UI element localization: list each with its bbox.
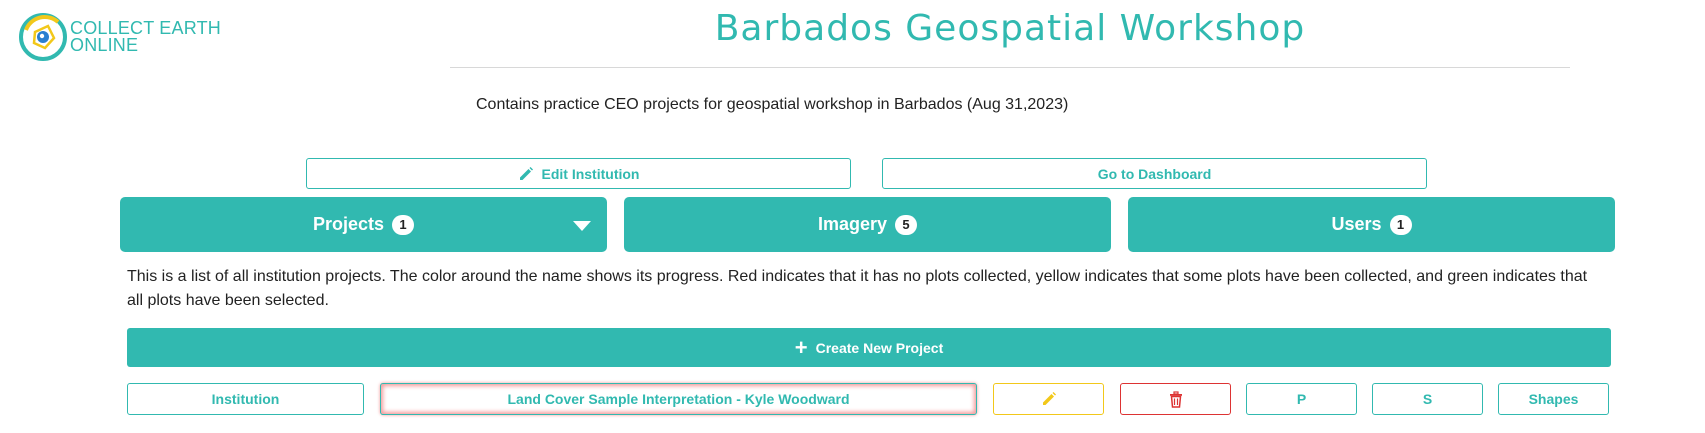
projects-info-text: This is a list of all institution projec… (127, 268, 1588, 309)
plus-icon: + (794, 334, 808, 360)
tab-projects-count: 1 (392, 214, 415, 235)
shapes-button-label: Shapes (1528, 391, 1579, 407)
pencil-icon (519, 166, 533, 180)
tab-users[interactable]: Users 1 (1128, 197, 1615, 252)
go-to-dashboard-label: Go to Dashboard (1097, 165, 1212, 182)
p-button-label: P (1296, 391, 1307, 407)
edit-institution-label: Edit Institution (541, 165, 640, 182)
institution-button[interactable]: Institution (127, 383, 364, 415)
delete-project-button[interactable] (1120, 383, 1231, 415)
project-name-label: Land Cover Sample Interpretation - Kyle … (507, 391, 850, 407)
tab-users-count: 1 (1389, 214, 1412, 235)
p-button[interactable]: P (1246, 383, 1357, 415)
tab-users-label: Users (1331, 214, 1382, 234)
pencil-icon (1042, 392, 1056, 405)
s-button[interactable]: S (1372, 383, 1483, 415)
logo-wordmark: COLLECT EARTH ONLINE (70, 19, 221, 55)
edit-institution-button[interactable]: Edit Institution (306, 158, 851, 189)
create-new-project-button[interactable]: + Create New Project (127, 328, 1611, 367)
go-to-dashboard-button[interactable]: Go to Dashboard (882, 158, 1427, 189)
ceo-logo[interactable]: COLLECT EARTH ONLINE (18, 12, 221, 62)
create-new-project-label: Create New Project (815, 339, 944, 356)
tab-imagery[interactable]: Imagery 5 (624, 197, 1111, 252)
tab-imagery-count: 5 (895, 214, 918, 235)
trash-icon (1169, 390, 1182, 408)
logo-line-2: ONLINE (70, 35, 139, 55)
tab-projects-label: Projects (312, 214, 385, 234)
page-title: Barbados Geospatial Workshop (714, 8, 1306, 49)
chevron-down-icon (573, 221, 591, 231)
edit-project-button[interactable] (993, 383, 1104, 415)
s-button-label: S (1422, 391, 1433, 407)
title-divider (450, 67, 1570, 68)
ceo-logo-icon (19, 13, 67, 61)
tab-projects[interactable]: Projects 1 (120, 197, 607, 252)
institution-button-label: Institution (211, 391, 280, 407)
tab-imagery-label: Imagery (817, 214, 888, 234)
shapes-button[interactable]: Shapes (1498, 383, 1609, 415)
project-name-button[interactable]: Land Cover Sample Interpretation - Kyle … (380, 383, 977, 415)
institution-description: Contains practice CEO projects for geosp… (476, 96, 1069, 113)
